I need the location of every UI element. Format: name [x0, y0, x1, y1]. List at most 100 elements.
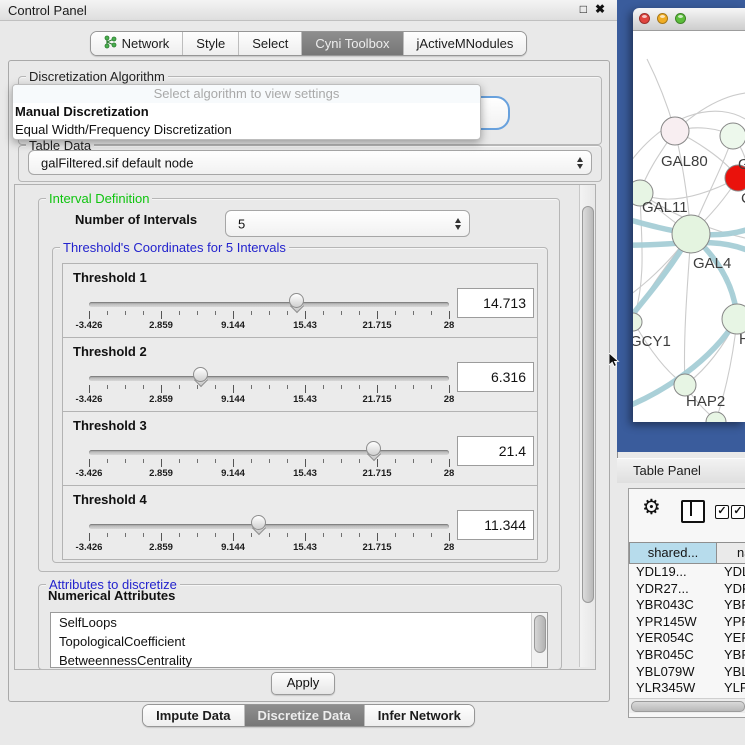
threshold-value-field[interactable]: 11.344 [457, 510, 534, 540]
attribute-list-item[interactable]: SelfLoops [51, 613, 547, 632]
tick-mark [395, 385, 396, 389]
float-window-icon[interactable]: □ [580, 2, 587, 16]
table-row[interactable]: YBL079WYBL0 [629, 664, 745, 681]
node-label: GCY1 [633, 333, 671, 350]
slider-track[interactable] [89, 450, 449, 455]
tab-label: Network [122, 36, 170, 51]
vertical-scrollbar[interactable] [579, 185, 595, 667]
table-row[interactable]: YPR145WYPR1 [629, 614, 745, 631]
slider-track[interactable] [89, 376, 449, 381]
number-of-intervals-combo[interactable]: 5 [225, 210, 470, 237]
threshold-value-field[interactable]: 14.713 [457, 288, 534, 318]
tick-label: 28 [419, 320, 479, 331]
tick-label: 21.715 [347, 320, 407, 331]
threshold-label: Threshold 4 [73, 492, 147, 507]
algorithm-prompt-option[interactable]: Select algorithm to view settings [13, 85, 480, 103]
scrollbar-thumb[interactable] [631, 701, 745, 712]
tick-mark [215, 533, 216, 537]
network-edge[interactable] [684, 234, 691, 385]
tick-label: 21.715 [347, 468, 407, 479]
threshold-label: Threshold 2 [73, 344, 147, 359]
gear-icon[interactable]: ⚙ [642, 495, 661, 520]
list-scrollbar[interactable] [531, 613, 547, 667]
tick-mark [431, 533, 432, 537]
slider-thumb[interactable] [289, 293, 304, 314]
tick-mark [89, 385, 90, 393]
tick-mark [269, 385, 270, 389]
horizontal-scrollbar[interactable] [629, 698, 745, 713]
tab-discretize-data[interactable]: Discretize Data [244, 705, 364, 726]
tick-label: 2.859 [131, 542, 191, 553]
tick-mark [233, 385, 234, 393]
tick-mark [107, 311, 108, 315]
threshold-value-field[interactable]: 21.4 [457, 436, 534, 466]
threshold-panel: Threshold 3-3.4262.8599.14415.4321.71528… [62, 411, 538, 486]
tick-label: 28 [419, 542, 479, 553]
slider-track[interactable] [89, 524, 449, 529]
tab-impute-data[interactable]: Impute Data [143, 705, 243, 726]
network-node[interactable] [672, 215, 710, 253]
tab-label: Impute Data [156, 708, 230, 723]
network-node[interactable] [633, 313, 642, 331]
cell-shared-name: YER054C [629, 630, 717, 647]
table-row[interactable]: YER054CYER0 [629, 630, 745, 647]
network-node[interactable] [720, 123, 745, 149]
slider-thumb[interactable] [193, 367, 208, 388]
tab-cyni-toolbox[interactable]: Cyni Toolbox [301, 32, 402, 55]
table-row[interactable]: YBR043CYBR0 [629, 597, 745, 614]
table-row[interactable]: YDR27...YDR2 [629, 581, 745, 598]
table-row[interactable]: YLR345WYLR3 [629, 680, 745, 697]
slider-track[interactable] [89, 302, 449, 307]
tab-style[interactable]: Style [182, 32, 238, 55]
tick-mark [125, 533, 126, 537]
cell-name: YBR0 [717, 597, 745, 614]
tab-network[interactable]: Network [91, 32, 183, 55]
tick-label: 15.43 [275, 542, 335, 553]
table-panel-titlebar: Table Panel [617, 458, 745, 484]
slider-thumb[interactable] [251, 515, 266, 536]
tick-mark [143, 459, 144, 463]
tick-mark [107, 533, 108, 537]
close-icon[interactable]: ✖ [595, 2, 605, 16]
tab-select[interactable]: Select [238, 32, 301, 55]
tick-label: 21.715 [347, 394, 407, 405]
column-header[interactable]: shared... [629, 542, 717, 564]
table-panel-title: Table Panel [633, 463, 701, 478]
algorithm-option[interactable]: Equal Width/Frequency Discretization [13, 121, 480, 139]
network-node[interactable] [722, 304, 745, 334]
table-data-combo[interactable]: galFiltered.sif default node [28, 150, 592, 175]
column-visibility-icon[interactable] [681, 500, 705, 523]
table-row[interactable]: YDL19...YDL1 [629, 564, 745, 581]
minimize-traffic-light-icon[interactable] [657, 13, 668, 24]
network-node[interactable] [661, 117, 689, 145]
attribute-list-item[interactable]: BetweennessCentrality [51, 651, 547, 668]
network-edge[interactable] [640, 178, 738, 199]
tab-jactivemnodules[interactable]: jActiveMNodules [403, 32, 527, 55]
close-traffic-light-icon[interactable] [639, 13, 650, 24]
scrollbar-thumb[interactable] [582, 206, 594, 603]
network-window-titlebar[interactable] [633, 8, 745, 31]
table-row[interactable]: YBR045CYBR0 [629, 647, 745, 664]
attributes-list[interactable]: SelfLoopsTopologicalCoefficientBetweenne… [50, 612, 548, 668]
slider-thumb[interactable] [366, 441, 381, 462]
attribute-list-item[interactable]: TopologicalCoefficient [51, 632, 547, 651]
checkbox-icon[interactable]: ✓ [715, 505, 729, 519]
cell-shared-name: YDR27... [629, 581, 717, 598]
network-edge[interactable] [633, 321, 685, 385]
column-header[interactable]: na [717, 542, 745, 564]
apply-button[interactable]: Apply [271, 672, 335, 695]
checkbox-icon[interactable]: ✓ [731, 505, 745, 519]
network-canvas[interactable]: GAL80GACGAL11GAL4GCY1HHAP2 [633, 31, 745, 422]
scrollbar-thumb[interactable] [534, 615, 546, 653]
cell-name: YPR1 [717, 614, 745, 631]
tick-mark [323, 311, 324, 315]
tick-mark [341, 459, 342, 463]
tick-mark [287, 385, 288, 389]
algorithm-option[interactable]: Manual Discretization [13, 103, 480, 121]
threshold-value-field[interactable]: 6.316 [457, 362, 534, 392]
tick-mark [161, 459, 162, 467]
tick-mark [125, 459, 126, 463]
tab-infer-network[interactable]: Infer Network [364, 705, 474, 726]
tick-mark [305, 385, 306, 393]
zoom-traffic-light-icon[interactable] [675, 13, 686, 24]
